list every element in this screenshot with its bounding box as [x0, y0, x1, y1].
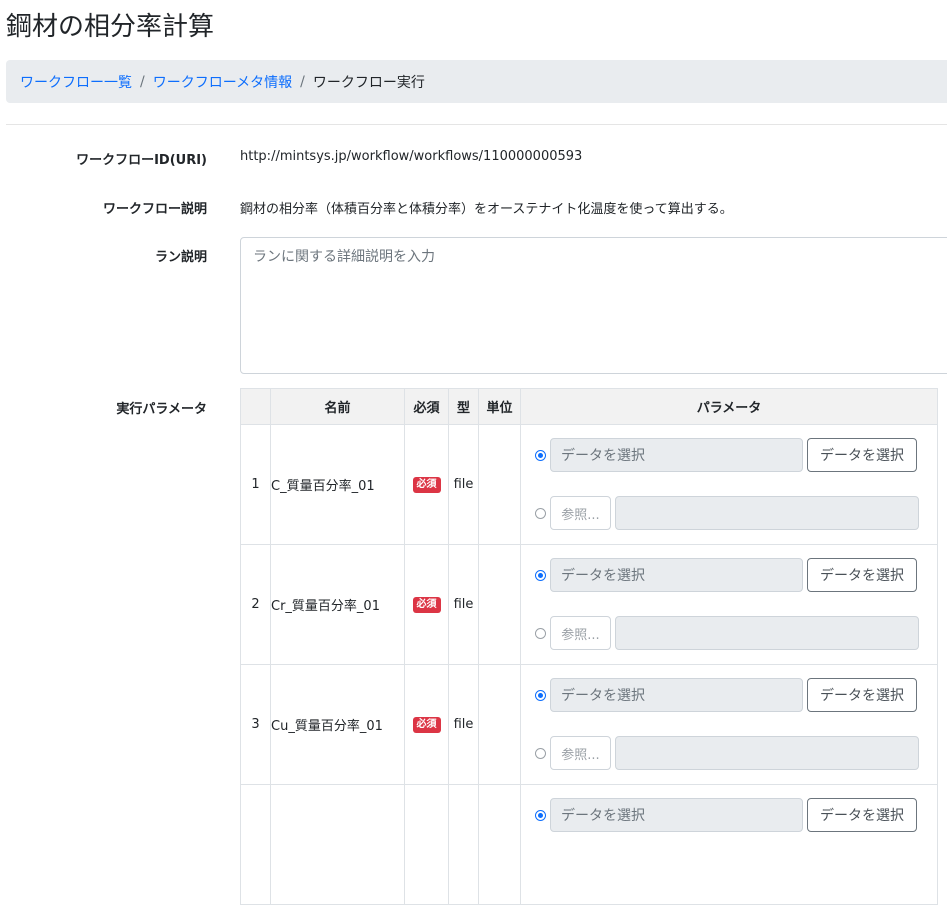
col-header-name: 名前 [270, 388, 405, 425]
data-select-radio[interactable] [535, 569, 546, 581]
param-type: file [448, 544, 479, 665]
param-unit [478, 424, 521, 545]
required-cell: 必須 [404, 424, 449, 545]
required-badge: 必須 [412, 477, 441, 493]
breadcrumb-link-workflow-list[interactable]: ワークフロー一覧 [20, 72, 132, 92]
param-name: Cu_質量百分率_01 [270, 664, 405, 785]
param-type [448, 784, 479, 905]
data-select-row: データを選択 データを選択 [535, 678, 917, 712]
data-select-row: データを選択 データを選択 [535, 438, 917, 472]
data-select-row: データを選択 データを選択 [535, 558, 917, 592]
data-select-button[interactable]: データを選択 [807, 678, 917, 712]
browse-button[interactable]: 参照... [550, 736, 611, 770]
data-select-button[interactable]: データを選択 [807, 438, 917, 472]
file-reference-radio[interactable] [535, 507, 546, 519]
param-input-cell: データを選択 データを選択 [520, 784, 938, 905]
data-select-input[interactable]: データを選択 [550, 558, 803, 592]
table-row: 3 Cu_質量百分率_01 必須 file データを選択 データを選択 参照..… [240, 664, 938, 785]
browse-button[interactable]: 参照... [550, 616, 611, 650]
param-type: file [448, 664, 479, 785]
workflow-description-label: ワークフロー説明 [102, 202, 207, 217]
browse-button[interactable]: 参照... [550, 496, 611, 530]
data-select-radio[interactable] [535, 449, 546, 461]
workflow-description-value: 鋼材の相分率（体積百分率と体積分率）をオーステナイト化温度を使って算出する。 [240, 202, 733, 217]
data-select-input[interactable]: データを選択 [550, 798, 803, 832]
col-header-param: パラメータ [520, 388, 938, 425]
param-unit [478, 544, 521, 665]
param-input-cell: データを選択 データを選択 参照... [520, 424, 938, 545]
params-table-header: 名前 必須 型 単位 パラメータ [240, 388, 938, 425]
breadcrumb-current: ワークフロー実行 [312, 74, 425, 91]
breadcrumb-separator: / [300, 73, 305, 90]
data-select-radio[interactable] [535, 809, 546, 821]
data-select-button[interactable]: データを選択 [807, 798, 917, 832]
param-name [270, 784, 405, 905]
file-reference-row: 参照... [535, 736, 919, 770]
file-path-input[interactable] [615, 616, 919, 650]
workflow-id-label: ワークフローID(URI) [76, 153, 207, 168]
run-description-label: ラン説明 [154, 250, 207, 265]
required-cell: 必須 [404, 664, 449, 785]
file-reference-radio[interactable] [535, 747, 546, 759]
params-table: 名前 必須 型 単位 パラメータ 1 C_質量百分率_01 必須 file デー… [240, 388, 938, 905]
row-num: 3 [240, 664, 271, 785]
workflow-id-value: http://mintsys.jp/workflow/workflows/110… [240, 149, 583, 164]
table-row: 2 Cr_質量百分率_01 必須 file データを選択 データを選択 参照..… [240, 544, 938, 665]
row-num: 1 [240, 424, 271, 545]
file-reference-row: 参照... [535, 496, 919, 530]
data-select-button[interactable]: データを選択 [807, 558, 917, 592]
row-num: 2 [240, 544, 271, 665]
divider [6, 124, 947, 125]
data-select-radio[interactable] [535, 689, 546, 701]
col-header-type: 型 [448, 388, 479, 425]
breadcrumb-separator: / [140, 73, 145, 90]
col-header-num [240, 388, 271, 425]
param-unit [478, 664, 521, 785]
file-reference-row: 参照... [535, 616, 919, 650]
col-header-required: 必須 [404, 388, 449, 425]
file-reference-radio[interactable] [535, 627, 546, 639]
row-num [240, 784, 271, 905]
required-badge: 必須 [412, 717, 441, 733]
param-name: C_質量百分率_01 [270, 424, 405, 545]
col-header-unit: 単位 [478, 388, 521, 425]
required-cell [404, 784, 449, 905]
page-title: 鋼材の相分率計算 [6, 12, 215, 42]
table-row: 1 C_質量百分率_01 必須 file データを選択 データを選択 参照... [240, 424, 938, 545]
data-select-input[interactable]: データを選択 [550, 438, 803, 472]
file-path-input[interactable] [615, 496, 919, 530]
breadcrumb-link-workflow-meta[interactable]: ワークフローメタ情報 [153, 72, 292, 92]
file-path-input[interactable] [615, 736, 919, 770]
param-name: Cr_質量百分率_01 [270, 544, 405, 665]
param-input-cell: データを選択 データを選択 参照... [520, 544, 938, 665]
data-select-input[interactable]: データを選択 [550, 678, 803, 712]
param-unit [478, 784, 521, 905]
required-badge: 必須 [412, 597, 441, 613]
params-label: 実行パラメータ [116, 402, 207, 417]
data-select-row: データを選択 データを選択 [535, 798, 917, 832]
param-input-cell: データを選択 データを選択 参照... [520, 664, 938, 785]
breadcrumb: ワークフロー一覧 / ワークフローメタ情報 / ワークフロー実行 [6, 60, 947, 103]
param-type: file [448, 424, 479, 545]
table-row: データを選択 データを選択 [240, 784, 938, 905]
run-description-input[interactable] [240, 237, 947, 374]
required-cell: 必須 [404, 544, 449, 665]
